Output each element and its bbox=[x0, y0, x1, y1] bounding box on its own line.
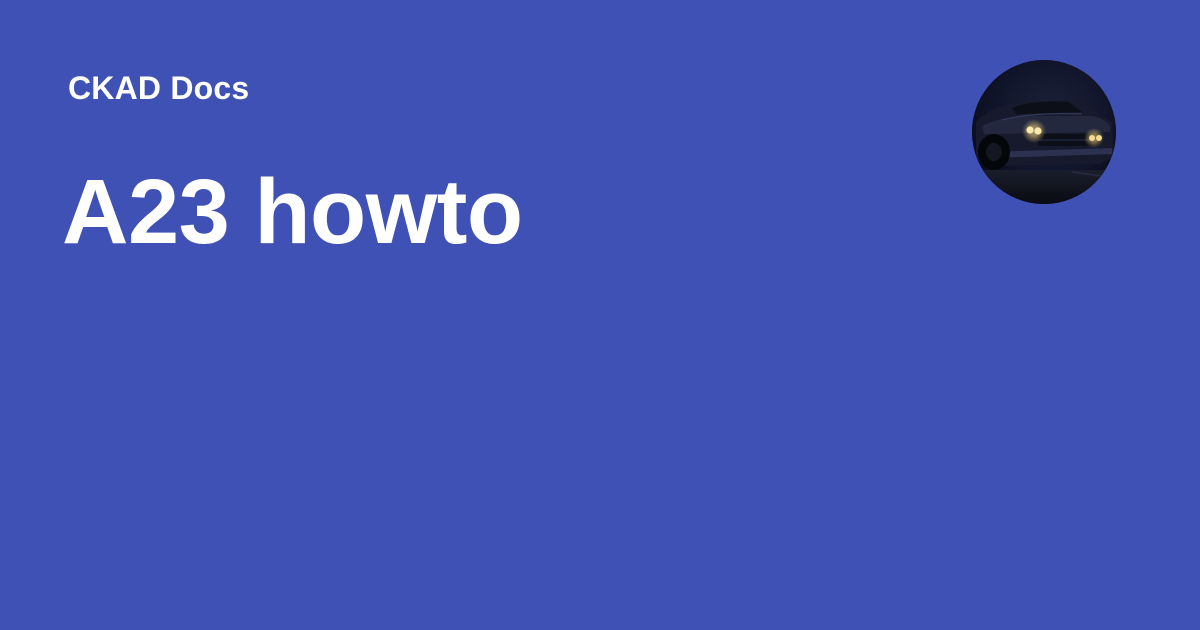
site-logo-avatar bbox=[972, 60, 1116, 204]
page-title: A23 howto bbox=[62, 161, 523, 263]
site-name: CKAD Docs bbox=[68, 70, 250, 106]
car-at-night-icon bbox=[972, 60, 1116, 204]
